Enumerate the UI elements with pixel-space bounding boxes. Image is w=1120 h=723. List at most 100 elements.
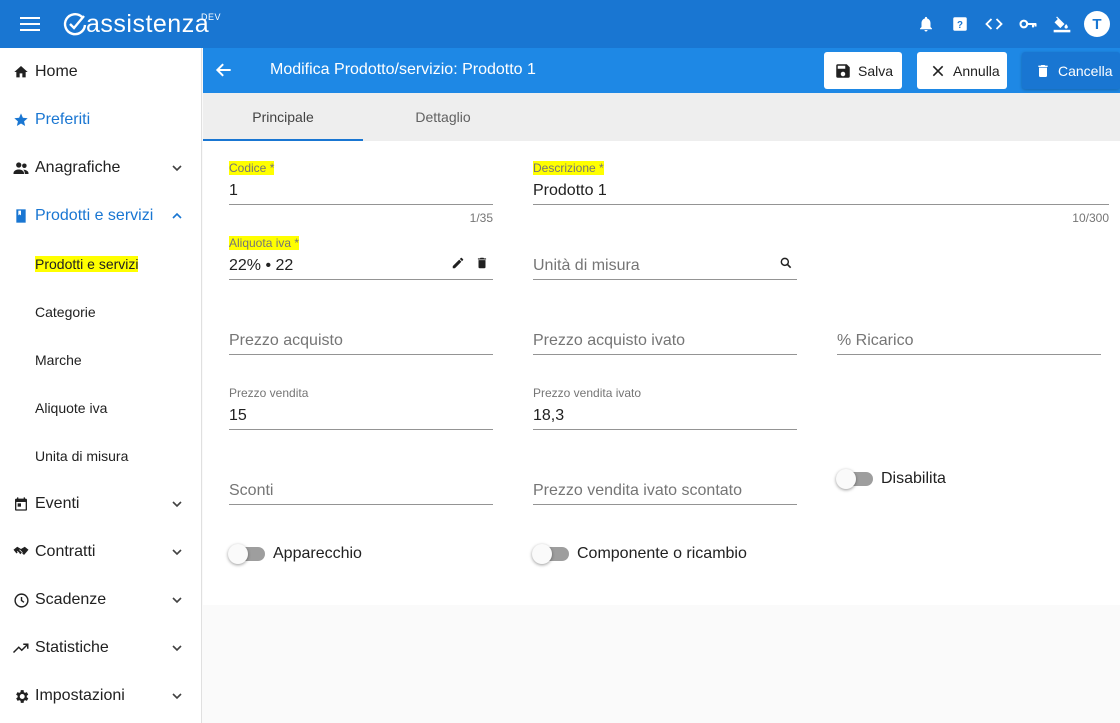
aliquota-iva-underline <box>229 279 493 280</box>
componente-ricambio-label: Componente o ricambio <box>577 545 747 562</box>
componente-ricambio-toggle[interactable]: Componente o ricambio <box>532 544 747 564</box>
sidebar-item-label: Eventi <box>35 495 80 512</box>
prezzo-acquisto-placeholder[interactable]: Prezzo acquisto <box>229 332 343 350</box>
sidebar-subitem-unita-misura[interactable]: Unita di misura <box>0 432 201 480</box>
sidebar-item-prodotti-servizi[interactable]: Prodotti e servizi <box>0 192 201 240</box>
toggle-knob[interactable] <box>836 469 856 489</box>
menu-icon[interactable] <box>20 14 40 34</box>
sidebar-subitem-marche[interactable]: Marche <box>0 336 201 384</box>
sidebar-subitem-aliquote-iva[interactable]: Aliquote iva <box>0 384 201 432</box>
bell-icon[interactable] <box>916 14 936 34</box>
paint-bucket-icon[interactable] <box>1052 14 1072 34</box>
code-icon[interactable] <box>984 14 1004 34</box>
calendar-icon <box>12 495 30 513</box>
key-icon[interactable] <box>1018 14 1038 34</box>
sidebar-item-eventi[interactable]: Eventi <box>0 480 201 528</box>
prezzo-vendita-ivato-scontato-underline <box>533 504 797 505</box>
codice-label: Codice * <box>229 161 275 175</box>
prezzo-vendita-ivato-field[interactable]: Prezzo vendita ivato 18,3 <box>533 386 797 440</box>
sidebar-item-scadenze[interactable]: Scadenze <box>0 576 201 624</box>
descrizione-label: Descrizione * <box>533 161 604 175</box>
chevron-down-icon <box>172 501 182 508</box>
aliquota-iva-field[interactable]: Aliquota iva * 22% • 22 <box>229 236 493 290</box>
help-icon[interactable]: ? <box>950 14 970 34</box>
toggle-track[interactable] <box>836 469 873 489</box>
toggle-track[interactable] <box>228 544 265 564</box>
ricarico-field[interactable]: % Ricarico <box>837 311 1101 365</box>
delete-button-label: Cancella <box>1058 62 1113 79</box>
sidebar-item-label: Prodotti e servizi <box>35 207 154 224</box>
sidebar-subitem-label: Marche <box>35 352 82 368</box>
search-icon[interactable] <box>779 256 793 270</box>
sidebar-item-statistiche[interactable]: Statistiche <box>0 624 201 672</box>
aliquota-iva-value[interactable]: 22% • 22 <box>229 257 293 275</box>
prezzo-vendita-ivato-scontato-field[interactable]: Prezzo vendita ivato scontato <box>533 461 797 515</box>
trash-icon <box>1034 62 1052 80</box>
prezzo-acquisto-underline <box>229 354 493 355</box>
tab-dettaglio[interactable]: Dettaglio <box>363 93 523 141</box>
form-panel: Codice * 1 1/35 Descrizione * Prodotto 1… <box>203 141 1120 605</box>
sidebar-item-home[interactable]: Home <box>0 48 201 96</box>
cancel-button-label: Annulla <box>953 62 1000 79</box>
user-avatar[interactable]: T <box>1084 11 1110 37</box>
toggle-knob[interactable] <box>532 544 552 564</box>
descrizione-counter: 10/300 <box>1072 211 1109 225</box>
unita-misura-placeholder[interactable]: Unità di misura <box>533 257 640 275</box>
save-button[interactable]: Salva <box>824 52 902 89</box>
sconti-field[interactable]: Sconti <box>229 461 493 515</box>
sidebar-item-preferiti[interactable]: Preferiti <box>0 96 201 144</box>
codice-value[interactable]: 1 <box>229 182 238 200</box>
pencil-icon[interactable] <box>451 256 465 270</box>
prezzo-acquisto-ivato-field[interactable]: Prezzo acquisto ivato <box>533 311 797 365</box>
home-icon <box>12 63 30 81</box>
toggle-knob[interactable] <box>228 544 248 564</box>
sidebar-item-label: Impostazioni <box>35 687 125 704</box>
apparecchio-toggle[interactable]: Apparecchio <box>228 544 362 564</box>
sconti-underline <box>229 504 493 505</box>
cancel-button[interactable]: Annulla <box>917 52 1007 89</box>
form-toolbar: Modifica Prodotto/servizio: Prodotto 1 S… <box>203 48 1120 93</box>
trending-up-icon <box>12 639 30 657</box>
sconti-placeholder[interactable]: Sconti <box>229 482 273 500</box>
back-arrow-icon[interactable] <box>214 60 234 80</box>
star-icon <box>12 111 30 129</box>
sidebar-item-anagrafiche[interactable]: Anagrafiche <box>0 144 201 192</box>
prezzo-vendita-field[interactable]: Prezzo vendita 15 <box>229 386 493 440</box>
sidebar-subitem-categorie[interactable]: Categorie <box>0 288 201 336</box>
ricarico-placeholder[interactable]: % Ricarico <box>837 332 913 350</box>
prezzo-acquisto-field[interactable]: Prezzo acquisto <box>229 311 493 365</box>
unita-misura-field[interactable]: Unità di misura <box>533 236 797 290</box>
prezzo-vendita-ivato-scontato-placeholder[interactable]: Prezzo vendita ivato scontato <box>533 482 742 500</box>
prezzo-vendita-ivato-underline <box>533 429 797 430</box>
prezzo-vendita-ivato-value[interactable]: 18,3 <box>533 407 564 425</box>
logo-text: assistenza <box>86 9 210 38</box>
gear-icon <box>12 687 30 705</box>
sidebar-subitem-label: Unita di misura <box>35 448 129 464</box>
sidebar-subitem-label: Prodotti e servizi <box>35 256 139 272</box>
page-title: Modifica Prodotto/servizio: Prodotto 1 <box>270 61 536 78</box>
disabilita-toggle[interactable]: Disabilita <box>836 469 946 489</box>
sidebar-item-contratti[interactable]: Contratti <box>0 528 201 576</box>
prezzo-vendita-value[interactable]: 15 <box>229 407 247 425</box>
sidebar-item-label: Preferiti <box>35 111 91 128</box>
trash-icon[interactable] <box>475 256 489 270</box>
codice-field[interactable]: Codice * 1 1/35 <box>229 161 493 225</box>
prezzo-acquisto-ivato-placeholder[interactable]: Prezzo acquisto ivato <box>533 332 685 350</box>
app-bar: assistenza DEV ? T <box>0 0 1120 48</box>
tab-principale[interactable]: Principale <box>203 93 363 141</box>
prezzo-vendita-label: Prezzo vendita <box>229 386 309 400</box>
sidebar-subitem-label: Categorie <box>35 304 96 320</box>
close-icon <box>929 62 947 80</box>
sidebar-subitem-prodotti-servizi[interactable]: Prodotti e servizi <box>0 240 201 288</box>
descrizione-field[interactable]: Descrizione * Prodotto 1 10/300 <box>533 161 1109 225</box>
delete-button[interactable]: Cancella <box>1022 52 1120 89</box>
sidebar-item-label: Scadenze <box>35 591 107 608</box>
chevron-up-icon <box>172 212 182 219</box>
descrizione-value[interactable]: Prodotto 1 <box>533 182 607 200</box>
sidebar-subitem-label: Aliquote iva <box>35 400 108 416</box>
logo-check-icon <box>63 12 87 36</box>
toggle-track[interactable] <box>532 544 569 564</box>
disabilita-label: Disabilita <box>881 470 946 487</box>
app-logo[interactable]: assistenza <box>62 8 209 40</box>
sidebar-item-impostazioni[interactable]: Impostazioni <box>0 672 201 720</box>
